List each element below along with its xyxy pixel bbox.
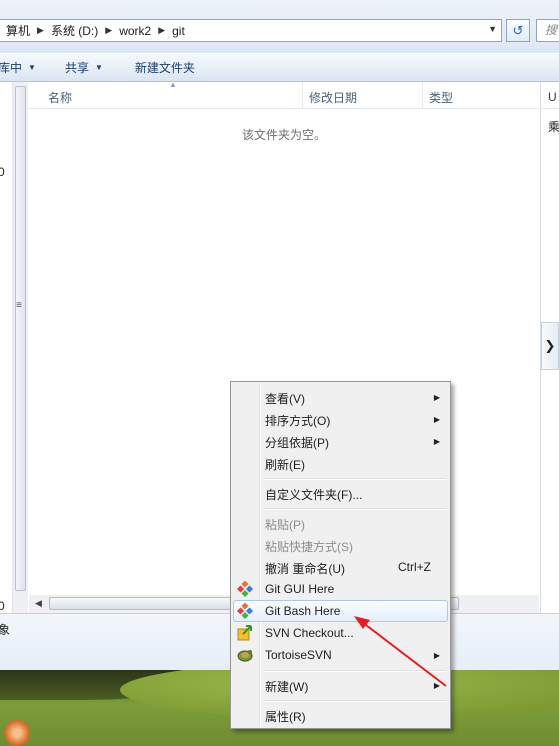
empty-folder-message: 该文件夹为空。 <box>241 128 326 142</box>
adjacent-pane: U 乘 ❯ <box>540 82 559 613</box>
menu-item-label: 粘贴(P) <box>265 518 305 532</box>
submenu-arrow-icon: ▶ <box>433 415 440 424</box>
menu-separator <box>263 508 446 510</box>
include-in-library-button[interactable]: 库中 ▼ <box>0 59 36 76</box>
menu-item-new[interactable]: 新建(W) ▶ <box>233 674 448 696</box>
navigation-pane[interactable]: 0 0 <box>0 82 12 613</box>
search-input[interactable]: 搜 <box>536 19 559 42</box>
menu-item-shortcut: Ctrl+Z <box>398 560 431 574</box>
menu-item-label: 属性(R) <box>265 710 306 724</box>
breadcrumb-work2[interactable]: work2 <box>116 24 154 38</box>
menu-item-view[interactable]: 查看(V) ▶ <box>233 386 448 408</box>
column-type[interactable]: 类型 <box>429 89 453 106</box>
tortoisesvn-icon <box>237 647 253 663</box>
nav-scroll-thumb[interactable] <box>15 86 26 591</box>
menu-item-refresh[interactable]: 刷新(E) <box>233 452 448 474</box>
address-bar: 算机 ▶ 系统 (D:) ▶ work2 ▶ git ▼ ↺ 搜 <box>0 0 559 53</box>
breadcrumb-separator-icon[interactable]: ▶ <box>101 25 116 36</box>
nav-item-fragment[interactable]: 0 <box>0 165 5 179</box>
column-name[interactable]: 名称 <box>48 89 72 106</box>
menu-item-label: 排序方式(O) <box>265 414 331 428</box>
sort-ascending-icon: ▲ <box>169 80 177 89</box>
share-button[interactable]: 共享 ▼ <box>65 59 103 76</box>
menu-item-label: Git GUI Here <box>265 582 335 596</box>
menu-item-customize-folder[interactable]: 自定义文件夹(F)... <box>233 482 448 504</box>
menu-separator <box>263 670 446 672</box>
new-folder-label: 新建文件夹 <box>134 61 195 75</box>
submenu-arrow-icon: ▶ <box>433 681 440 690</box>
menu-item-label: 分组依据(P) <box>265 436 329 450</box>
address-dropdown-icon[interactable]: ▼ <box>488 24 497 34</box>
share-label: 共享 <box>64 61 89 75</box>
new-folder-button[interactable]: 新建文件夹 <box>135 59 195 76</box>
details-text: 象 <box>0 623 11 637</box>
menu-item-label: 刷新(E) <box>265 458 305 472</box>
context-menu: 查看(V) ▶ 排序方式(O) ▶ 分组依据(P) ▶ 刷新(E) 自定义文件夹… <box>230 381 451 729</box>
git-gui-icon <box>236 580 254 598</box>
menu-item-label: 自定义文件夹(F)... <box>265 488 363 502</box>
submenu-arrow-icon: ▶ <box>433 437 440 446</box>
breadcrumb-computer[interactable]: 算机 <box>3 22 33 39</box>
nav-pane-scrollbar[interactable] <box>12 82 28 613</box>
refresh-icon: ↺ <box>512 22 524 38</box>
chevron-right-icon: ❯ <box>544 338 556 353</box>
menu-item-label: TortoiseSVN <box>265 648 332 662</box>
menu-item-properties[interactable]: 属性(R) <box>233 704 448 726</box>
menu-item-paste: 粘贴(P) <box>233 512 448 534</box>
breadcrumb[interactable]: 算机 ▶ 系统 (D:) ▶ work2 ▶ git ▼ <box>0 19 502 42</box>
menu-item-label: SVN Checkout... <box>265 626 354 640</box>
menu-separator <box>263 478 446 480</box>
command-bar: 库中 ▼ 共享 ▼ 新建文件夹 <box>0 53 559 82</box>
chevron-down-icon: ▼ <box>28 63 36 72</box>
column-divider[interactable] <box>302 82 303 108</box>
breadcrumb-drive-d[interactable]: 系统 (D:) <box>48 22 101 39</box>
menu-item-group-by[interactable]: 分组依据(P) ▶ <box>233 430 448 452</box>
refresh-button[interactable]: ↺ <box>506 19 530 42</box>
breadcrumb-separator-icon[interactable]: ▶ <box>154 25 169 36</box>
svn-checkout-icon <box>237 625 253 641</box>
snail-image <box>4 720 30 746</box>
menu-item-label: Git Bash Here <box>265 604 341 618</box>
expand-pane-button[interactable]: ❯ <box>541 322 559 370</box>
menu-item-tortoisesvn[interactable]: TortoiseSVN ▶ <box>233 644 448 666</box>
menu-item-label: 撤消 重命名(U) <box>265 562 345 576</box>
breadcrumb-separator-icon[interactable]: ▶ <box>33 25 48 36</box>
menu-item-label: 新建(W) <box>265 680 309 694</box>
menu-item-paste-shortcut: 粘贴快捷方式(S) <box>233 534 448 556</box>
breadcrumb-git[interactable]: git <box>169 24 188 38</box>
menu-item-git-bash-here[interactable]: Git Bash Here <box>233 600 448 622</box>
menu-item-label: 粘贴快捷方式(S) <box>265 540 353 554</box>
adjacent-column-header[interactable]: U <box>548 90 557 104</box>
git-bash-icon <box>236 602 254 620</box>
submenu-arrow-icon: ▶ <box>433 651 440 660</box>
chevron-down-icon: ▼ <box>94 63 103 72</box>
nav-item-fragment[interactable]: 0 <box>0 599 5 613</box>
include-in-library-label: 库中 <box>0 61 23 75</box>
menu-item-label: 查看(V) <box>265 392 305 406</box>
menu-item-undo-rename[interactable]: 撤消 重命名(U) Ctrl+Z <box>233 556 448 578</box>
column-date-modified[interactable]: 修改日期 <box>309 89 357 106</box>
divider <box>541 108 559 109</box>
menu-item-git-gui-here[interactable]: Git GUI Here <box>233 578 448 600</box>
submenu-arrow-icon: ▶ <box>433 393 440 402</box>
menu-item-sort-by[interactable]: 排序方式(O) ▶ <box>233 408 448 430</box>
menu-separator <box>263 700 446 702</box>
column-divider[interactable] <box>422 82 423 108</box>
adjacent-row-text[interactable]: 乘 <box>548 118 559 135</box>
pane-splitter-grip-icon[interactable]: ≡ <box>16 300 22 311</box>
menu-item-svn-checkout[interactable]: SVN Checkout... <box>233 622 448 644</box>
scroll-left-icon[interactable]: ◀ <box>35 598 42 609</box>
column-header: ▲ 名称 修改日期 类型 <box>29 80 539 109</box>
